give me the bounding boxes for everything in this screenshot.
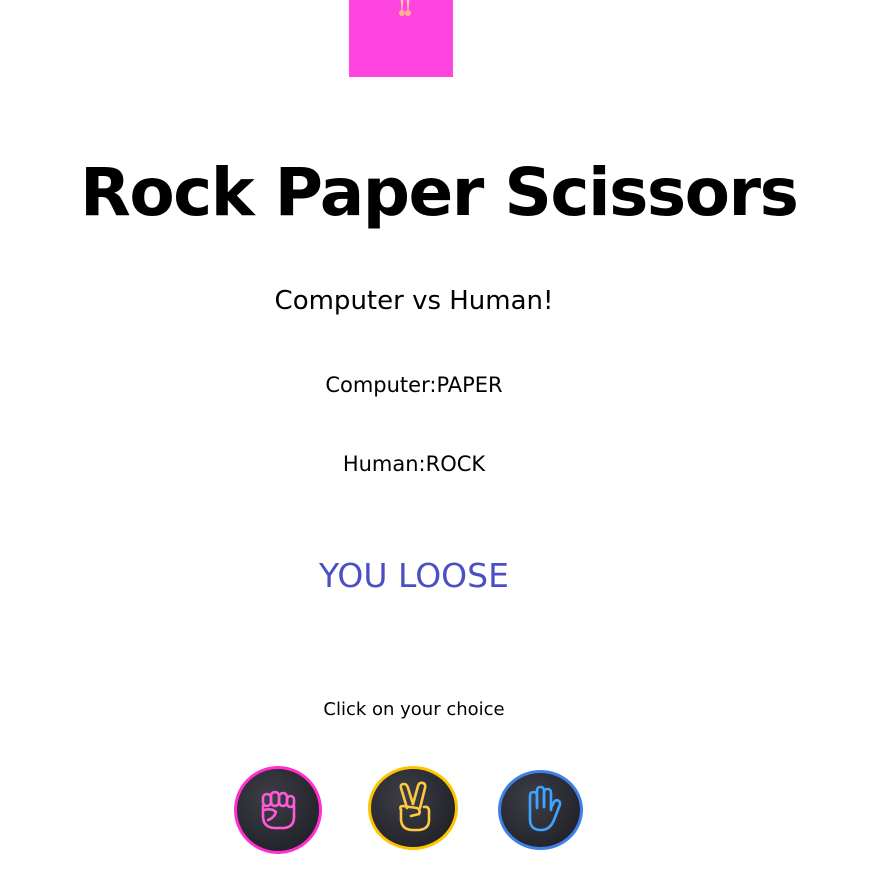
human-choice-value: ROCK: [425, 452, 486, 476]
subtitle: Computer vs Human!: [274, 286, 554, 316]
computer-choice-line: Computer:PAPER: [0, 373, 828, 397]
human-label: Human:: [342, 452, 426, 476]
computer-choice-value: PAPER: [436, 373, 503, 397]
human-choice-line: Human:ROCK: [0, 452, 828, 476]
open-hand-icon: [528, 785, 561, 832]
rock-button[interactable]: [234, 766, 322, 854]
header-image: [349, 0, 453, 77]
page-title: Rock Paper Scissors: [80, 154, 799, 231]
computer-label: Computer:: [325, 373, 437, 397]
scissors-button[interactable]: [368, 766, 458, 850]
paper-button[interactable]: [498, 770, 583, 850]
peace-hand-icon: [399, 781, 431, 832]
fist-icon: [261, 790, 296, 830]
instruction-text: Click on your choice: [323, 699, 505, 720]
result-message: YOU LOOSE: [319, 556, 509, 595]
hand-figure-icon: [399, 0, 411, 16]
